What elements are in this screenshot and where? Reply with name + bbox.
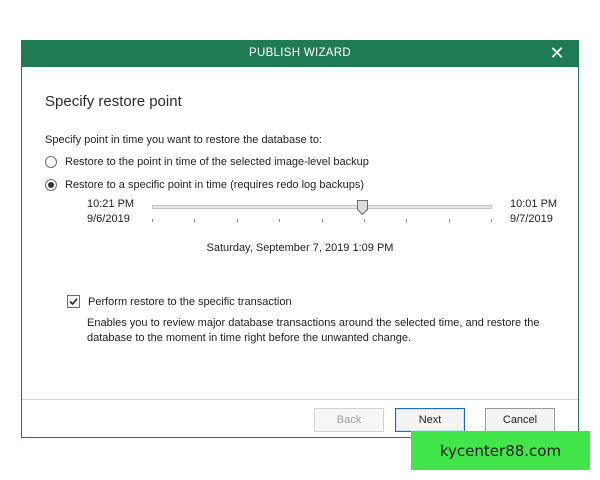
specific-transaction-description: Enables you to review major database tra…	[87, 317, 540, 344]
radio-specific-point-circle[interactable]	[45, 179, 57, 191]
slider-tick	[237, 219, 238, 222]
specific-transaction-label: Perform restore to the specific transact…	[88, 295, 292, 308]
close-icon[interactable]: ✕	[548, 44, 566, 64]
checkmark-icon	[69, 298, 78, 306]
title-bar[interactable]: PUBLISH WIZARD ✕	[22, 41, 578, 67]
specific-transaction-checkbox[interactable]	[67, 295, 80, 308]
slider-tick	[152, 219, 153, 222]
slider-start-time: 10:21 PM	[87, 198, 135, 210]
slider-tick	[491, 219, 492, 222]
slider-tick	[449, 219, 450, 222]
slider-end-label: 10:01 PM 9/7/2019	[510, 197, 557, 227]
radio-specific-point[interactable]: Restore to a specific point in time (req…	[45, 177, 364, 193]
slider-tick	[279, 219, 280, 222]
radio-latest-point[interactable]: Restore to the point in time of the sele…	[45, 154, 369, 170]
slider-tick	[194, 219, 195, 222]
slider-tick	[364, 219, 365, 222]
cancel-button[interactable]: Cancel	[485, 408, 555, 432]
back-button[interactable]: Back	[314, 408, 384, 432]
slider-start-label: 10:21 PM 9/6/2019	[87, 197, 134, 227]
slider-end-date: 9/7/2019	[510, 213, 553, 225]
slider-tick	[322, 219, 323, 222]
restore-prompt: Specify point in time you want to restor…	[45, 134, 322, 146]
watermark-banner: kycenter88.com	[411, 431, 590, 470]
publish-wizard-dialog: PUBLISH WIZARD ✕ Specify restore point S…	[21, 40, 579, 438]
slider-start-date: 9/6/2019	[87, 213, 130, 225]
radio-specific-point-label: Restore to a specific point in time (req…	[65, 179, 364, 191]
slider-end-time: 10:01 PM	[510, 198, 558, 210]
next-button[interactable]: Next	[395, 408, 465, 432]
restore-point-slider-thumb[interactable]	[357, 200, 369, 215]
radio-latest-point-circle[interactable]	[45, 156, 57, 168]
step-heading: Specify restore point	[45, 93, 182, 110]
selected-restore-time: Saturday, September 7, 2019 1:09 PM	[206, 242, 394, 254]
restore-point-slider-track[interactable]	[152, 205, 492, 209]
radio-latest-point-label: Restore to the point in time of the sele…	[65, 156, 369, 168]
specific-transaction-option[interactable]: Perform restore to the specific transact…	[67, 295, 292, 308]
window-title: PUBLISH WIZARD	[249, 47, 351, 59]
footer-divider	[22, 399, 578, 400]
slider-tick	[406, 219, 407, 222]
